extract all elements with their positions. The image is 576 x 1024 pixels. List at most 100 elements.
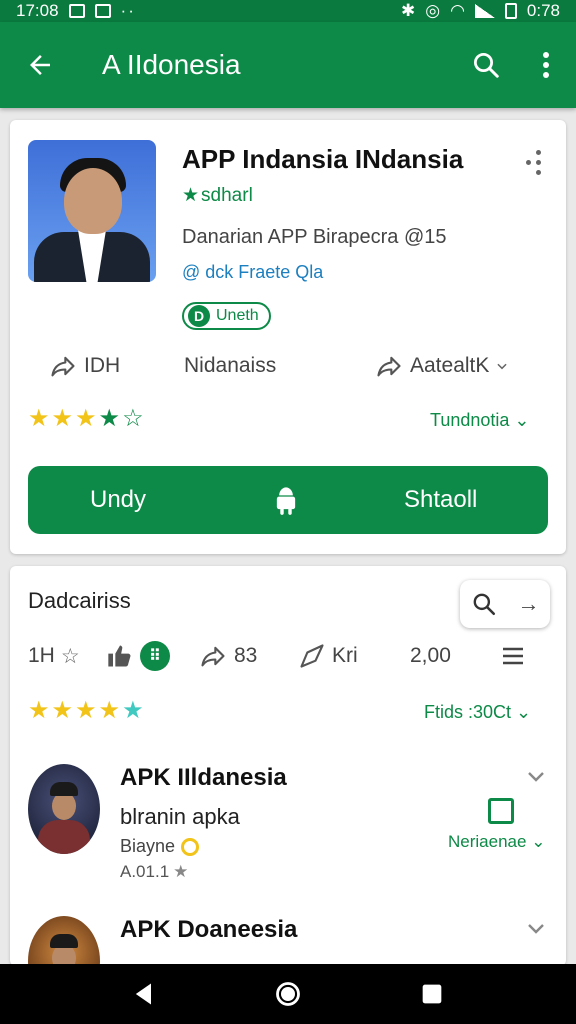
edit-icon[interactable]	[488, 798, 514, 824]
details-stats-row: 1H ☆ ⠿ 83 Kri 2,00	[10, 634, 566, 678]
rating-filter[interactable]: Tundnotia ⌄	[430, 410, 530, 431]
list-item-action-label: Neriaenae	[448, 832, 527, 851]
detail-stat-1: 1H ☆	[28, 634, 80, 678]
app-description: Danarian APP Birapecra @15	[182, 226, 447, 248]
chevron-down-icon	[497, 363, 508, 370]
menu-button[interactable]	[500, 634, 526, 678]
chevron-down-icon: ⌄	[531, 832, 546, 851]
star-icon: ★	[182, 185, 200, 206]
search-icon	[473, 593, 495, 616]
status-bar: 17:08 ·· ✱ ◎ ◠ 0:78	[0, 0, 576, 22]
star-icon: ★	[75, 405, 97, 432]
app-stats-row: IDH Nidanaiss AatealtK	[10, 344, 566, 388]
list-item[interactable]: APK Doaneesia	[10, 916, 566, 966]
android-badge-icon: ⠿	[140, 641, 170, 671]
detail-stat-like[interactable]: ⠿	[106, 634, 170, 678]
nav-recents-icon[interactable]	[418, 980, 446, 1008]
list-item-avatar	[28, 916, 100, 966]
install-button[interactable]: Undy Shtaoll	[28, 466, 548, 534]
star-icon: ★	[28, 405, 50, 432]
detail-stat-forward-label: Kri	[332, 644, 358, 667]
status-badge[interactable]: D Uneth	[182, 302, 271, 330]
share-icon	[377, 356, 401, 377]
badge-label: Uneth	[216, 307, 259, 324]
list-item-version-label: A.01.1	[120, 862, 170, 881]
list-item[interactable]: APK IIldanesia blranin apka Biayne A.01.…	[10, 764, 566, 904]
section-search-button[interactable]: →	[460, 580, 550, 628]
app-bar-title: A IIdonesia	[102, 49, 241, 80]
star-icon: ★	[51, 697, 74, 724]
stat-middle: Nidanaiss	[184, 344, 276, 388]
star-icon: ★	[98, 697, 121, 724]
search-icon	[474, 53, 499, 78]
rating-stars: ★ ★ ★ ★ ☆	[28, 404, 144, 433]
stat-share[interactable]: IDH	[48, 344, 120, 388]
details-filter[interactable]: Ftids :30Ct ⌄	[424, 702, 531, 723]
list-item-avatar	[28, 764, 100, 854]
share-icon	[201, 646, 225, 667]
thumb-up-icon	[108, 645, 131, 667]
menu-icon	[503, 647, 523, 665]
list-item-action[interactable]: Neriaenae ⌄	[448, 832, 545, 852]
details-rating-stars: ★ ★ ★ ★ ★	[28, 696, 144, 725]
star-icon: ★	[75, 697, 97, 724]
star-icon: ★	[122, 697, 144, 724]
details-filter-label: Ftids :30Ct	[424, 702, 512, 722]
more-notifications-icon: ··	[120, 1, 136, 20]
send-icon	[300, 644, 324, 668]
rating-filter-label: Tundnotia	[430, 410, 510, 430]
detail-stat-share[interactable]: 83	[198, 634, 257, 678]
list-item-title: APK Doaneesia	[120, 916, 298, 943]
badge-icon: D	[188, 305, 210, 327]
status-time: 17:08	[16, 1, 59, 20]
list-item-meta-label: Biayne	[120, 836, 176, 856]
status-right-text: 0:78	[526, 1, 560, 20]
back-button[interactable]	[0, 22, 80, 108]
stat-share-label: IDH	[84, 354, 121, 377]
coin-icon	[181, 837, 200, 856]
detail-stat-count-label: 2,00	[410, 644, 451, 667]
chevron-down-icon[interactable]	[524, 916, 548, 940]
back-arrow-icon	[30, 55, 50, 75]
detail-stat-forward[interactable]: Kri	[298, 634, 358, 678]
notification-icon	[68, 4, 85, 18]
star-outline-icon: ☆	[122, 405, 144, 432]
stat-middle-label: Nidanaiss	[184, 354, 277, 377]
app-detail-card: APP Indansia INdansia ★ sdharl Danarian …	[10, 120, 566, 554]
app-title: APP Indansia INdansia	[182, 144, 464, 174]
install-right-label: Shtaoll	[404, 486, 478, 513]
nav-home-icon[interactable]	[274, 980, 302, 1008]
stat-forward-label: AatealtK	[410, 354, 490, 377]
install-left-label: Undy	[90, 486, 147, 513]
bluetooth-icon: ✱	[400, 1, 416, 20]
nav-back-icon[interactable]	[130, 980, 158, 1008]
list-item-meta: Biayne	[120, 836, 200, 857]
wifi-icon: ◠	[450, 1, 465, 20]
android-icon	[276, 487, 296, 515]
system-nav-bar	[0, 964, 576, 1024]
more-vert-icon	[543, 52, 549, 78]
search-button[interactable]	[456, 22, 516, 108]
star-icon: ★	[98, 405, 121, 432]
app-link[interactable]: @ dck Fraete Qla	[182, 262, 323, 283]
share-icon	[51, 356, 75, 377]
arrow-right-icon: →	[517, 591, 540, 616]
detail-stat-share-label: 83	[234, 644, 258, 667]
list-item-title: APK IIldanesia	[120, 764, 287, 791]
star-icon: ★	[51, 405, 74, 432]
signal-icon	[474, 4, 495, 18]
chevron-down-icon[interactable]	[524, 764, 548, 788]
app-bar: A IIdonesia	[0, 22, 576, 108]
detail-stat-count: 2,00	[410, 634, 451, 678]
notification-icon-2	[94, 4, 111, 18]
stat-forward[interactable]: AatealtK	[374, 344, 509, 388]
alarm-icon: ◎	[425, 1, 441, 20]
list-item-subtitle: blranin apka	[120, 804, 240, 829]
details-card: Dadcairiss → 1H ☆ ⠿ 83 Kri 2,00 ★ ★ ★ ★ …	[10, 566, 566, 966]
more-options-button[interactable]	[516, 22, 576, 108]
share-dots-button[interactable]	[524, 148, 548, 178]
app-developer[interactable]: ★ sdharl	[182, 184, 253, 207]
star-icon: ★	[173, 862, 189, 881]
chevron-down-icon: ⌄	[514, 410, 530, 430]
list-item-version: A.01.1 ★	[120, 862, 188, 882]
